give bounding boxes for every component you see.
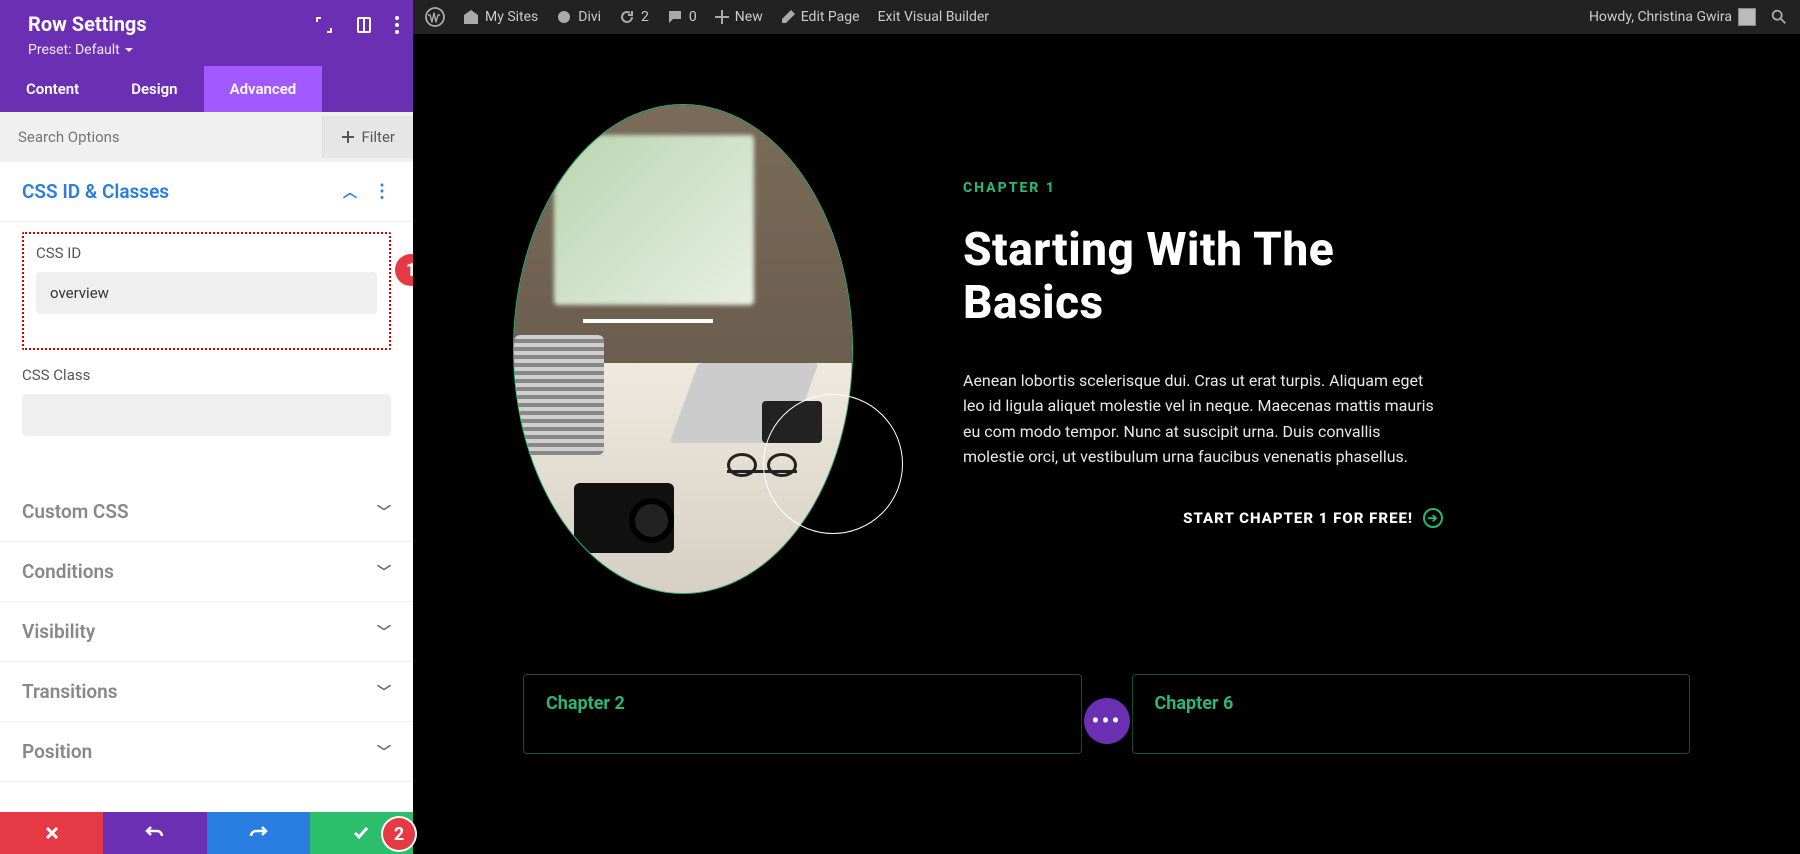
section-position[interactable]: Position ﹀ — [0, 722, 413, 782]
chapter-description: Aenean lobortis scelerisque dui. Cras ut… — [963, 368, 1443, 470]
undo-button[interactable] — [103, 812, 206, 854]
chevron-down-icon: ﹀ — [377, 742, 391, 762]
updates-link[interactable]: 2 — [619, 9, 649, 25]
section-conditions[interactable]: Conditions ﹀ — [0, 542, 413, 602]
new-content-link[interactable]: New — [715, 9, 763, 25]
css-class-input[interactable] — [22, 394, 391, 436]
annotation-highlight-1: CSS ID — [22, 232, 391, 350]
responsive-icon[interactable] — [355, 16, 373, 34]
section-label: Position — [22, 740, 92, 763]
user-avatar-icon — [1738, 8, 1756, 26]
annotation-badge-2: 2 — [383, 818, 415, 850]
updates-count: 2 — [641, 9, 649, 25]
section-custom-css[interactable]: Custom CSS ﹀ — [0, 482, 413, 542]
card-title: Chapter 6 — [1155, 693, 1668, 714]
filter-button[interactable]: Filter — [322, 116, 413, 158]
panel-body: CSS ID & Classes ︿ ⋮ CSS ID 1 CSS Class … — [0, 162, 413, 812]
chapter-card[interactable]: Chapter 6 — [1132, 674, 1691, 754]
section-kebab-icon[interactable]: ⋮ — [373, 181, 391, 202]
card-title: Chapter 2 — [546, 693, 1059, 714]
css-class-label: CSS Class — [22, 366, 391, 384]
edit-page-link[interactable]: Edit Page — [781, 9, 860, 25]
wp-admin-bar: My Sites Divi 2 0 New Edit Page Exit Vis… — [413, 0, 1800, 34]
preset-label: Preset: Default — [28, 42, 120, 58]
chevron-down-icon: ﹀ — [377, 622, 391, 642]
section-transitions[interactable]: Transitions ﹀ — [0, 662, 413, 722]
tab-content[interactable]: Content — [0, 66, 105, 112]
comments-count: 0 — [689, 9, 697, 25]
site-name-link[interactable]: Divi — [556, 9, 601, 25]
check-icon — [352, 824, 370, 842]
howdy-label: Howdy, Christina Gwira — [1589, 9, 1732, 25]
site-name-label: Divi — [578, 9, 601, 25]
close-icon — [44, 825, 60, 841]
divi-fab-button[interactable]: ••• — [1084, 698, 1130, 744]
howdy-user-link[interactable]: Howdy, Christina Gwira — [1589, 8, 1756, 26]
row-settings-panel: Row Settings Preset: Default Content Des… — [0, 0, 413, 854]
search-input[interactable] — [0, 112, 322, 162]
tab-advanced[interactable]: Advanced — [204, 66, 323, 112]
my-sites-label: My Sites — [485, 9, 538, 25]
decorative-circle — [763, 394, 903, 534]
chapter-hero-row: CHAPTER 1 Starting With The Basics Aenea… — [413, 34, 1800, 634]
chevron-down-icon: ﹀ — [377, 682, 391, 702]
section-label: Custom CSS — [22, 500, 129, 523]
comments-link[interactable]: 0 — [667, 9, 697, 25]
kebab-menu-icon[interactable] — [395, 16, 399, 34]
panel-tabs: Content Design Advanced — [0, 66, 413, 112]
panel-header: Row Settings Preset: Default — [0, 0, 413, 66]
redo-icon — [248, 823, 268, 843]
css-id-label: CSS ID — [36, 244, 377, 262]
section-label: Transitions — [22, 680, 118, 703]
search-row: Filter — [0, 112, 413, 162]
undo-icon — [145, 823, 165, 843]
chapter-cta-label: START CHAPTER 1 FOR FREE! — [1183, 509, 1413, 527]
chapter-cta-button[interactable]: START CHAPTER 1 FOR FREE! ➔ — [963, 508, 1443, 528]
edit-page-label: Edit Page — [801, 9, 860, 25]
chapter-image-wrap — [473, 74, 893, 634]
expand-icon[interactable] — [315, 16, 333, 34]
filter-label: Filter — [361, 128, 395, 146]
chapter-text: CHAPTER 1 Starting With The Basics Aenea… — [963, 180, 1443, 528]
preset-dropdown[interactable]: Preset: Default — [28, 42, 134, 58]
redo-button[interactable] — [207, 812, 310, 854]
section-css-id-classes[interactable]: CSS ID & Classes ︿ ⋮ — [0, 162, 413, 222]
my-sites-link[interactable]: My Sites — [463, 9, 538, 25]
chevron-down-icon: ﹀ — [377, 502, 391, 522]
section-visibility[interactable]: Visibility ﹀ — [0, 602, 413, 662]
new-label: New — [735, 9, 763, 25]
panel-footer: 2 — [0, 812, 413, 854]
exit-vb-label: Exit Visual Builder — [878, 9, 989, 25]
tab-design[interactable]: Design — [105, 66, 203, 112]
chevron-up-icon: ︿ — [343, 182, 357, 202]
wp-logo-icon[interactable] — [425, 7, 445, 27]
decorative-line — [583, 319, 713, 323]
cancel-button[interactable] — [0, 812, 103, 854]
annotation-badge-1: 1 — [395, 254, 413, 286]
section-label: CSS ID & Classes — [22, 180, 169, 203]
chapter-card[interactable]: Chapter 2 — [523, 674, 1082, 754]
section-label: Conditions — [22, 560, 114, 583]
section-label: Visibility — [22, 620, 95, 643]
arrow-right-icon: ➔ — [1423, 508, 1443, 528]
chapter-title: Starting With The Basics — [963, 224, 1443, 330]
css-id-input[interactable] — [36, 272, 377, 314]
chevron-down-icon: ﹀ — [377, 562, 391, 582]
admin-search-icon[interactable] — [1770, 8, 1788, 26]
exit-visual-builder-link[interactable]: Exit Visual Builder — [878, 9, 989, 25]
ellipsis-icon: ••• — [1091, 707, 1121, 735]
chapter-badge: CHAPTER 1 — [963, 180, 1443, 196]
page-preview: CHAPTER 1 Starting With The Basics Aenea… — [413, 34, 1800, 854]
